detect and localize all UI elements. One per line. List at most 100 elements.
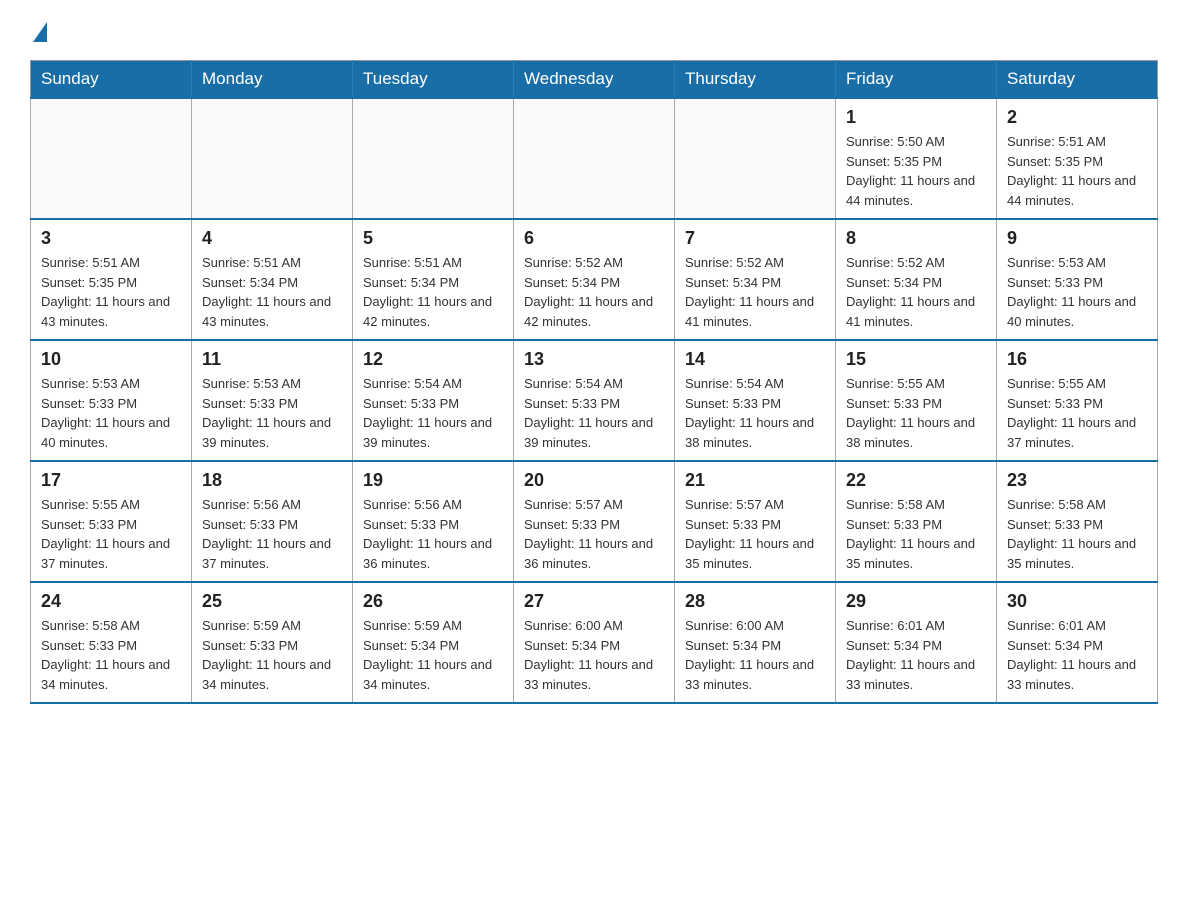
day-number: 1: [846, 107, 986, 128]
day-number: 30: [1007, 591, 1147, 612]
weekday-header-monday: Monday: [192, 61, 353, 99]
calendar-cell: 27 Sunrise: 6:00 AM Sunset: 5:34 PM Dayli…: [514, 582, 675, 703]
day-info: Sunrise: 5:50 AM Sunset: 5:35 PM Dayligh…: [846, 132, 986, 210]
day-number: 20: [524, 470, 664, 491]
day-info: Sunrise: 5:59 AM Sunset: 5:34 PM Dayligh…: [363, 616, 503, 694]
calendar-cell: 22 Sunrise: 5:58 AM Sunset: 5:33 PM Dayli…: [836, 461, 997, 582]
calendar-cell: [353, 98, 514, 219]
calendar-cell: 24 Sunrise: 5:58 AM Sunset: 5:33 PM Dayli…: [31, 582, 192, 703]
logo-triangle-icon: [33, 22, 47, 42]
day-number: 21: [685, 470, 825, 491]
day-info: Sunrise: 5:58 AM Sunset: 5:33 PM Dayligh…: [41, 616, 181, 694]
calendar-cell: 8Sunrise: 5:52 AM Sunset: 5:34 PM Daylig…: [836, 219, 997, 340]
day-number: 17: [41, 470, 181, 491]
calendar-cell: 15 Sunrise: 5:55 AM Sunset: 5:33 PM Dayli…: [836, 340, 997, 461]
day-number: 13: [524, 349, 664, 370]
calendar-cell: 6 Sunrise: 5:52 AM Sunset: 5:34 PM Daylig…: [514, 219, 675, 340]
day-info: Sunrise: 6:01 AM Sunset: 5:34 PM Dayligh…: [846, 616, 986, 694]
day-number: 27: [524, 591, 664, 612]
logo: [30, 20, 50, 40]
day-info: Sunrise: 5:55 AM Sunset: 5:33 PM Dayligh…: [846, 374, 986, 452]
calendar-cell: 14Sunrise: 5:54 AM Sunset: 5:33 PM Dayli…: [675, 340, 836, 461]
calendar-week-row: 3 Sunrise: 5:51 AM Sunset: 5:35 PM Daylig…: [31, 219, 1158, 340]
calendar-cell: 20 Sunrise: 5:57 AM Sunset: 5:33 PM Dayli…: [514, 461, 675, 582]
calendar-cell: 18 Sunrise: 5:56 AM Sunset: 5:33 PM Dayli…: [192, 461, 353, 582]
page-header: [30, 20, 1158, 40]
day-number: 6: [524, 228, 664, 249]
day-number: 29: [846, 591, 986, 612]
calendar-cell: 12 Sunrise: 5:54 AM Sunset: 5:33 PM Dayli…: [353, 340, 514, 461]
day-info: Sunrise: 5:51 AM Sunset: 5:35 PM Dayligh…: [1007, 132, 1147, 210]
calendar-cell: 16Sunrise: 5:55 AM Sunset: 5:33 PM Dayli…: [997, 340, 1158, 461]
day-info: Sunrise: 5:56 AM Sunset: 5:33 PM Dayligh…: [202, 495, 342, 573]
calendar-cell: [31, 98, 192, 219]
day-number: 22: [846, 470, 986, 491]
day-number: 10: [41, 349, 181, 370]
calendar-cell: 1 Sunrise: 5:50 AM Sunset: 5:35 PM Daylig…: [836, 98, 997, 219]
calendar-header-row: SundayMondayTuesdayWednesdayThursdayFrid…: [31, 61, 1158, 99]
calendar-cell: [514, 98, 675, 219]
day-info: Sunrise: 5:58 AM Sunset: 5:33 PM Dayligh…: [846, 495, 986, 573]
day-info: Sunrise: 5:57 AM Sunset: 5:33 PM Dayligh…: [524, 495, 664, 573]
day-info: Sunrise: 5:56 AM Sunset: 5:33 PM Dayligh…: [363, 495, 503, 573]
day-number: 26: [363, 591, 503, 612]
calendar-week-row: 24 Sunrise: 5:58 AM Sunset: 5:33 PM Dayli…: [31, 582, 1158, 703]
weekday-header-thursday: Thursday: [675, 61, 836, 99]
calendar-week-row: 1 Sunrise: 5:50 AM Sunset: 5:35 PM Daylig…: [31, 98, 1158, 219]
day-info: Sunrise: 6:00 AM Sunset: 5:34 PM Dayligh…: [524, 616, 664, 694]
day-info: Sunrise: 5:59 AM Sunset: 5:33 PM Dayligh…: [202, 616, 342, 694]
calendar-cell: 25 Sunrise: 5:59 AM Sunset: 5:33 PM Dayli…: [192, 582, 353, 703]
calendar-cell: 2 Sunrise: 5:51 AM Sunset: 5:35 PM Daylig…: [997, 98, 1158, 219]
day-info: Sunrise: 5:53 AM Sunset: 5:33 PM Dayligh…: [202, 374, 342, 452]
day-info: Sunrise: 5:54 AM Sunset: 5:33 PM Dayligh…: [524, 374, 664, 452]
calendar-cell: [675, 98, 836, 219]
day-info: Sunrise: 5:53 AM Sunset: 5:33 PM Dayligh…: [1007, 253, 1147, 331]
day-number: 3: [41, 228, 181, 249]
calendar-cell: 29 Sunrise: 6:01 AM Sunset: 5:34 PM Dayli…: [836, 582, 997, 703]
day-info: Sunrise: 5:51 AM Sunset: 5:35 PM Dayligh…: [41, 253, 181, 331]
day-info: Sunrise: 5:58 AM Sunset: 5:33 PM Dayligh…: [1007, 495, 1147, 573]
day-info: Sunrise: 6:01 AM Sunset: 5:34 PM Dayligh…: [1007, 616, 1147, 694]
calendar-cell: 13 Sunrise: 5:54 AM Sunset: 5:33 PM Dayli…: [514, 340, 675, 461]
calendar-cell: 19 Sunrise: 5:56 AM Sunset: 5:33 PM Dayli…: [353, 461, 514, 582]
day-info: Sunrise: 5:51 AM Sunset: 5:34 PM Dayligh…: [363, 253, 503, 331]
day-number: 5: [363, 228, 503, 249]
day-number: 2: [1007, 107, 1147, 128]
calendar-week-row: 17Sunrise: 5:55 AM Sunset: 5:33 PM Dayli…: [31, 461, 1158, 582]
day-number: 11: [202, 349, 342, 370]
day-number: 14: [685, 349, 825, 370]
day-number: 24: [41, 591, 181, 612]
calendar-cell: 17Sunrise: 5:55 AM Sunset: 5:33 PM Dayli…: [31, 461, 192, 582]
day-info: Sunrise: 5:52 AM Sunset: 5:34 PM Dayligh…: [846, 253, 986, 331]
calendar-table: SundayMondayTuesdayWednesdayThursdayFrid…: [30, 60, 1158, 704]
day-info: Sunrise: 5:55 AM Sunset: 5:33 PM Dayligh…: [1007, 374, 1147, 452]
calendar-cell: 5 Sunrise: 5:51 AM Sunset: 5:34 PM Daylig…: [353, 219, 514, 340]
day-info: Sunrise: 5:51 AM Sunset: 5:34 PM Dayligh…: [202, 253, 342, 331]
day-number: 23: [1007, 470, 1147, 491]
calendar-cell: 30 Sunrise: 6:01 AM Sunset: 5:34 PM Dayli…: [997, 582, 1158, 703]
calendar-cell: 26 Sunrise: 5:59 AM Sunset: 5:34 PM Dayli…: [353, 582, 514, 703]
calendar-week-row: 10 Sunrise: 5:53 AM Sunset: 5:33 PM Dayli…: [31, 340, 1158, 461]
day-number: 19: [363, 470, 503, 491]
day-number: 15: [846, 349, 986, 370]
day-number: 12: [363, 349, 503, 370]
day-info: Sunrise: 5:57 AM Sunset: 5:33 PM Dayligh…: [685, 495, 825, 573]
weekday-header-saturday: Saturday: [997, 61, 1158, 99]
calendar-cell: 4Sunrise: 5:51 AM Sunset: 5:34 PM Daylig…: [192, 219, 353, 340]
calendar-cell: 21 Sunrise: 5:57 AM Sunset: 5:33 PM Dayli…: [675, 461, 836, 582]
weekday-header-tuesday: Tuesday: [353, 61, 514, 99]
day-info: Sunrise: 5:53 AM Sunset: 5:33 PM Dayligh…: [41, 374, 181, 452]
day-info: Sunrise: 5:52 AM Sunset: 5:34 PM Dayligh…: [685, 253, 825, 331]
calendar-cell: 7 Sunrise: 5:52 AM Sunset: 5:34 PM Daylig…: [675, 219, 836, 340]
day-info: Sunrise: 5:52 AM Sunset: 5:34 PM Dayligh…: [524, 253, 664, 331]
weekday-header-friday: Friday: [836, 61, 997, 99]
day-info: Sunrise: 6:00 AM Sunset: 5:34 PM Dayligh…: [685, 616, 825, 694]
calendar-cell: 23 Sunrise: 5:58 AM Sunset: 5:33 PM Dayli…: [997, 461, 1158, 582]
day-number: 28: [685, 591, 825, 612]
day-info: Sunrise: 5:54 AM Sunset: 5:33 PM Dayligh…: [363, 374, 503, 452]
day-number: 18: [202, 470, 342, 491]
day-number: 25: [202, 591, 342, 612]
weekday-header-wednesday: Wednesday: [514, 61, 675, 99]
day-number: 9: [1007, 228, 1147, 249]
day-number: 7: [685, 228, 825, 249]
